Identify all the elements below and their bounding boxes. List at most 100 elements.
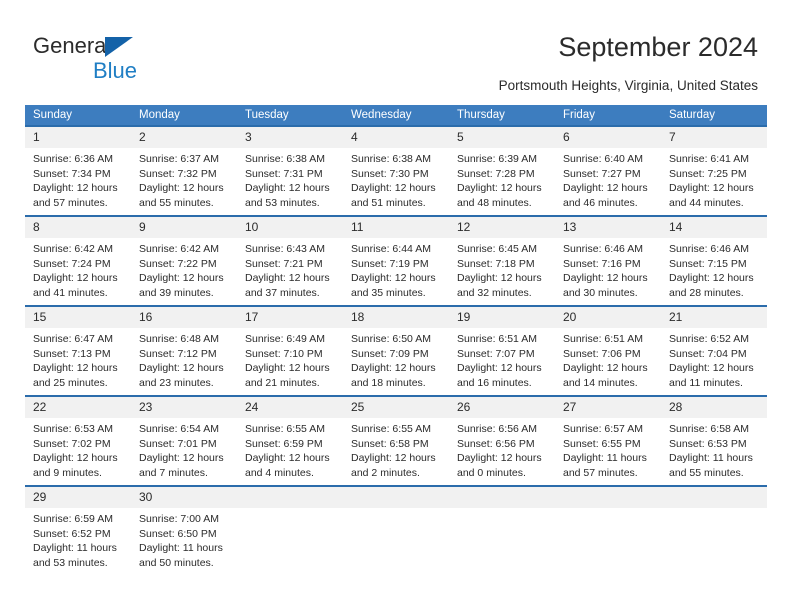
day-cell[interactable]: 16 Sunrise: 6:48 AM Sunset: 7:12 PM Dayl… bbox=[131, 305, 237, 396]
day-cell[interactable]: 5 Sunrise: 6:39 AM Sunset: 7:28 PM Dayli… bbox=[449, 125, 555, 216]
day-cell-empty bbox=[555, 485, 661, 575]
daylight-line-1: Daylight: 11 hours bbox=[669, 452, 753, 465]
sunrise-line: Sunrise: 6:39 AM bbox=[457, 153, 537, 165]
general-blue-logo[interactable]: General Blue bbox=[33, 33, 213, 83]
daylight-line-1: Daylight: 12 hours bbox=[139, 272, 224, 285]
day-cell[interactable]: 7 Sunrise: 6:41 AM Sunset: 7:25 PM Dayli… bbox=[661, 125, 767, 216]
day-details: Sunrise: 6:48 AM Sunset: 7:12 PM Dayligh… bbox=[131, 328, 237, 390]
daylight-line-1: Daylight: 12 hours bbox=[245, 272, 330, 285]
daylight-line-1: Daylight: 12 hours bbox=[563, 362, 648, 375]
sunset-line: Sunset: 7:15 PM bbox=[669, 257, 747, 270]
daylight-line-2: and 4 minutes. bbox=[245, 466, 314, 479]
calendar-week-row: 15 Sunrise: 6:47 AM Sunset: 7:13 PM Dayl… bbox=[25, 305, 767, 396]
day-number: 10 bbox=[237, 217, 343, 238]
sunrise-line: Sunrise: 6:43 AM bbox=[245, 243, 325, 255]
calendar-week-row: 1 Sunrise: 6:36 AM Sunset: 7:34 PM Dayli… bbox=[25, 125, 767, 216]
daylight-line-1: Daylight: 12 hours bbox=[457, 452, 542, 465]
day-cell[interactable]: 24 Sunrise: 6:55 AM Sunset: 6:59 PM Dayl… bbox=[237, 395, 343, 486]
daylight-line-2: and 50 minutes. bbox=[139, 556, 214, 569]
day-details: Sunrise: 6:54 AM Sunset: 7:01 PM Dayligh… bbox=[131, 418, 237, 480]
day-number: 7 bbox=[661, 127, 767, 148]
day-cell[interactable]: 29 Sunrise: 6:59 AM Sunset: 6:52 PM Dayl… bbox=[25, 485, 131, 575]
sunset-line: Sunset: 6:56 PM bbox=[457, 437, 535, 450]
sunrise-line: Sunrise: 6:42 AM bbox=[139, 243, 219, 255]
daylight-line-2: and 48 minutes. bbox=[457, 196, 532, 209]
daylight-line-2: and 32 minutes. bbox=[457, 286, 532, 299]
sunrise-line: Sunrise: 6:56 AM bbox=[457, 423, 537, 435]
day-details: Sunrise: 6:55 AM Sunset: 6:59 PM Dayligh… bbox=[237, 418, 343, 480]
day-number: 13 bbox=[555, 217, 661, 238]
daylight-line-2: and 9 minutes. bbox=[33, 466, 102, 479]
day-cell[interactable]: 1 Sunrise: 6:36 AM Sunset: 7:34 PM Dayli… bbox=[25, 125, 131, 216]
daylight-line-1: Daylight: 12 hours bbox=[245, 182, 330, 195]
daylight-line-2: and 39 minutes. bbox=[139, 286, 214, 299]
sunset-line: Sunset: 6:52 PM bbox=[33, 527, 111, 540]
daylight-line-2: and 57 minutes. bbox=[563, 466, 638, 479]
daylight-line-2: and 28 minutes. bbox=[669, 286, 744, 299]
day-cell[interactable]: 2 Sunrise: 6:37 AM Sunset: 7:32 PM Dayli… bbox=[131, 125, 237, 216]
day-details: Sunrise: 6:42 AM Sunset: 7:22 PM Dayligh… bbox=[131, 238, 237, 300]
day-cell[interactable]: 12 Sunrise: 6:45 AM Sunset: 7:18 PM Dayl… bbox=[449, 215, 555, 306]
daylight-line-1: Daylight: 12 hours bbox=[457, 272, 542, 285]
day-number: 28 bbox=[661, 397, 767, 418]
day-cell[interactable]: 10 Sunrise: 6:43 AM Sunset: 7:21 PM Dayl… bbox=[237, 215, 343, 306]
day-cell[interactable]: 11 Sunrise: 6:44 AM Sunset: 7:19 PM Dayl… bbox=[343, 215, 449, 306]
sunrise-line: Sunrise: 6:59 AM bbox=[33, 513, 113, 525]
daylight-line-1: Daylight: 11 hours bbox=[33, 542, 117, 555]
daylight-line-2: and 21 minutes. bbox=[245, 376, 320, 389]
calendar-header-row: Sunday Monday Tuesday Wednesday Thursday… bbox=[25, 105, 767, 126]
day-cell[interactable]: 26 Sunrise: 6:56 AM Sunset: 6:56 PM Dayl… bbox=[449, 395, 555, 486]
daylight-line-1: Daylight: 12 hours bbox=[669, 182, 754, 195]
logo-text-general: General bbox=[33, 33, 112, 58]
day-number: 17 bbox=[237, 307, 343, 328]
day-number bbox=[661, 487, 767, 508]
day-cell[interactable]: 4 Sunrise: 6:38 AM Sunset: 7:30 PM Dayli… bbox=[343, 125, 449, 216]
day-cell[interactable]: 13 Sunrise: 6:46 AM Sunset: 7:16 PM Dayl… bbox=[555, 215, 661, 306]
day-cell[interactable]: 9 Sunrise: 6:42 AM Sunset: 7:22 PM Dayli… bbox=[131, 215, 237, 306]
sunset-line: Sunset: 7:07 PM bbox=[457, 347, 535, 360]
sunset-line: Sunset: 6:55 PM bbox=[563, 437, 641, 450]
day-number bbox=[343, 487, 449, 508]
day-cell[interactable]: 30 Sunrise: 7:00 AM Sunset: 6:50 PM Dayl… bbox=[131, 485, 237, 575]
sunset-line: Sunset: 7:31 PM bbox=[245, 167, 323, 180]
day-cell[interactable]: 6 Sunrise: 6:40 AM Sunset: 7:27 PM Dayli… bbox=[555, 125, 661, 216]
day-details: Sunrise: 6:42 AM Sunset: 7:24 PM Dayligh… bbox=[25, 238, 131, 300]
daylight-line-1: Daylight: 12 hours bbox=[139, 182, 224, 195]
day-cell[interactable]: 17 Sunrise: 6:49 AM Sunset: 7:10 PM Dayl… bbox=[237, 305, 343, 396]
sunrise-line: Sunrise: 7:00 AM bbox=[139, 513, 219, 525]
day-cell[interactable]: 23 Sunrise: 6:54 AM Sunset: 7:01 PM Dayl… bbox=[131, 395, 237, 486]
day-cell[interactable]: 27 Sunrise: 6:57 AM Sunset: 6:55 PM Dayl… bbox=[555, 395, 661, 486]
column-header-friday: Friday bbox=[555, 105, 661, 126]
day-number: 19 bbox=[449, 307, 555, 328]
day-cell-empty bbox=[449, 485, 555, 575]
sunrise-line: Sunrise: 6:47 AM bbox=[33, 333, 113, 345]
daylight-line-1: Daylight: 11 hours bbox=[563, 452, 647, 465]
daylight-line-2: and 51 minutes. bbox=[351, 196, 426, 209]
day-cell[interactable]: 22 Sunrise: 6:53 AM Sunset: 7:02 PM Dayl… bbox=[25, 395, 131, 486]
daylight-line-2: and 44 minutes. bbox=[669, 196, 744, 209]
sunrise-line: Sunrise: 6:45 AM bbox=[457, 243, 537, 255]
day-details: Sunrise: 6:45 AM Sunset: 7:18 PM Dayligh… bbox=[449, 238, 555, 300]
day-cell[interactable]: 28 Sunrise: 6:58 AM Sunset: 6:53 PM Dayl… bbox=[661, 395, 767, 486]
day-cell[interactable]: 21 Sunrise: 6:52 AM Sunset: 7:04 PM Dayl… bbox=[661, 305, 767, 396]
day-cell[interactable]: 18 Sunrise: 6:50 AM Sunset: 7:09 PM Dayl… bbox=[343, 305, 449, 396]
sunrise-line: Sunrise: 6:55 AM bbox=[351, 423, 431, 435]
day-details: Sunrise: 6:44 AM Sunset: 7:19 PM Dayligh… bbox=[343, 238, 449, 300]
day-cell[interactable]: 14 Sunrise: 6:46 AM Sunset: 7:15 PM Dayl… bbox=[661, 215, 767, 306]
day-cell[interactable]: 3 Sunrise: 6:38 AM Sunset: 7:31 PM Dayli… bbox=[237, 125, 343, 216]
day-cell[interactable]: 20 Sunrise: 6:51 AM Sunset: 7:06 PM Dayl… bbox=[555, 305, 661, 396]
day-number: 14 bbox=[661, 217, 767, 238]
sunrise-line: Sunrise: 6:55 AM bbox=[245, 423, 325, 435]
day-number bbox=[237, 487, 343, 508]
sunset-line: Sunset: 7:22 PM bbox=[139, 257, 217, 270]
sunset-line: Sunset: 7:13 PM bbox=[33, 347, 111, 360]
sunset-line: Sunset: 7:16 PM bbox=[563, 257, 641, 270]
day-number: 23 bbox=[131, 397, 237, 418]
day-cell[interactable]: 15 Sunrise: 6:47 AM Sunset: 7:13 PM Dayl… bbox=[25, 305, 131, 396]
day-cell[interactable]: 8 Sunrise: 6:42 AM Sunset: 7:24 PM Dayli… bbox=[25, 215, 131, 306]
day-details: Sunrise: 6:57 AM Sunset: 6:55 PM Dayligh… bbox=[555, 418, 661, 480]
day-cell-empty bbox=[343, 485, 449, 575]
day-cell[interactable]: 19 Sunrise: 6:51 AM Sunset: 7:07 PM Dayl… bbox=[449, 305, 555, 396]
sunset-line: Sunset: 7:25 PM bbox=[669, 167, 747, 180]
day-cell[interactable]: 25 Sunrise: 6:55 AM Sunset: 6:58 PM Dayl… bbox=[343, 395, 449, 486]
